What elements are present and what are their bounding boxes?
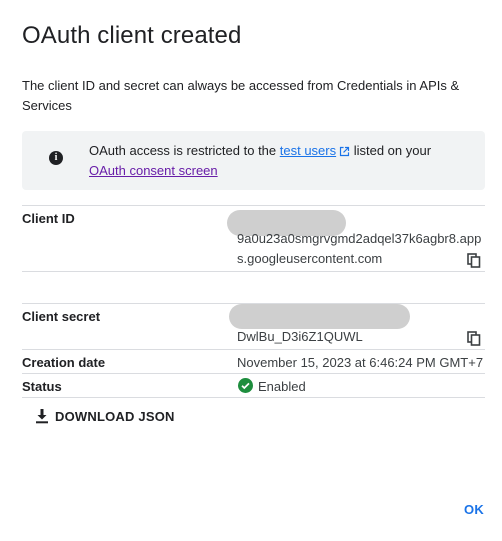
ok-button[interactable]: OK bbox=[464, 502, 484, 517]
info-icon: i bbox=[49, 151, 63, 165]
notice-middle: listed on your bbox=[350, 143, 432, 158]
divider bbox=[22, 205, 485, 206]
creation-date-label: Creation date bbox=[22, 355, 106, 370]
status-label: Status bbox=[22, 379, 62, 394]
download-json-button[interactable]: DOWNLOAD JSON bbox=[35, 405, 175, 427]
client-id-value-line1: 9a0u23a0smgrvgmd2adqel37k6agbr8.app bbox=[237, 231, 482, 246]
client-secret-value: DwlBu_D3i6Z1QUWL bbox=[237, 329, 363, 344]
notice-text: OAuth access is restricted to the test u… bbox=[89, 141, 469, 181]
divider bbox=[22, 397, 485, 398]
client-secret-redaction bbox=[229, 304, 410, 329]
divider bbox=[22, 373, 485, 374]
dialog-title: OAuth client created bbox=[22, 22, 242, 49]
external-link-icon bbox=[340, 146, 350, 157]
test-users-link[interactable]: test users bbox=[280, 143, 350, 158]
divider bbox=[22, 271, 485, 272]
copy-client-id-icon[interactable] bbox=[466, 252, 482, 268]
test-users-notice: i OAuth access is restricted to the test… bbox=[22, 131, 485, 190]
client-secret-label: Client secret bbox=[22, 309, 101, 324]
copy-client-secret-icon[interactable] bbox=[466, 330, 482, 346]
status-value: Enabled bbox=[258, 379, 306, 394]
divider bbox=[22, 349, 485, 350]
download-icon bbox=[36, 409, 48, 424]
download-json-label: DOWNLOAD JSON bbox=[55, 408, 175, 424]
creation-date-value: November 15, 2023 at 6:46:24 PM GMT+7 bbox=[237, 355, 484, 370]
client-id-label: Client ID bbox=[22, 211, 75, 226]
check-circle-icon bbox=[238, 378, 253, 393]
oauth-consent-screen-link[interactable]: OAuth consent screen bbox=[89, 163, 218, 178]
notice-prefix: OAuth access is restricted to the bbox=[89, 143, 280, 158]
dialog-intro-text: The client ID and secret can always be a… bbox=[22, 78, 460, 113]
client-id-value-line2: s.googleusercontent.com bbox=[237, 251, 383, 266]
